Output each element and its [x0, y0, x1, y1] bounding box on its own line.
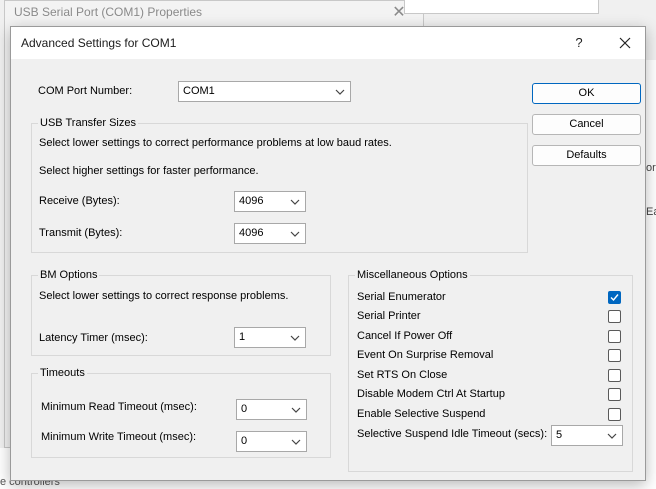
min-read-timeout-label: Minimum Read Timeout (msec):: [41, 401, 197, 413]
com-port-label: COM Port Number:: [38, 85, 133, 97]
misc-options-group: Miscellaneous Options Serial Enumerator …: [348, 269, 633, 472]
enable-selective-suspend-label: Enable Selective Suspend: [357, 408, 486, 420]
chevron-down-icon: [290, 335, 300, 341]
checkmark-icon: [610, 294, 619, 302]
defaults-button[interactable]: Defaults: [532, 145, 641, 166]
min-write-timeout-value: 0: [241, 435, 248, 447]
com-port-value: COM1: [183, 85, 215, 97]
selective-suspend-timeout-label: Selective Suspend Idle Timeout (secs):: [357, 428, 548, 440]
background-window-strip: [404, 0, 599, 14]
min-read-timeout-value: 0: [241, 403, 248, 415]
event-on-surprise-removal-label: Event On Surprise Removal: [357, 349, 494, 361]
dialog-titlebar: Advanced Settings for COM1 ?: [11, 27, 645, 59]
close-button[interactable]: [605, 29, 645, 57]
enable-selective-suspend-checkbox[interactable]: [608, 408, 621, 421]
group-title: Miscellaneous Options: [355, 269, 470, 282]
advanced-settings-dialog: Advanced Settings for COM1 ? COM Port Nu…: [10, 26, 646, 481]
selective-suspend-timeout-select[interactable]: 5: [551, 425, 623, 446]
parent-titlebar: USB Serial Port (COM1) Properties ✕: [5, 1, 423, 27]
serial-printer-checkbox[interactable]: [608, 310, 621, 323]
bm-desc: Select lower settings to correct respons…: [39, 290, 289, 302]
cancel-if-power-off-checkbox[interactable]: [608, 330, 621, 343]
bm-options-group: BM Options Select lower settings to corr…: [31, 269, 331, 356]
usb-desc-higher: Select higher settings for faster perfor…: [39, 165, 259, 177]
chevron-down-icon: [291, 407, 301, 413]
latency-label: Latency Timer (msec):: [39, 332, 148, 344]
dialog-title: Advanced Settings for COM1: [21, 36, 177, 50]
chevron-down-icon: [607, 433, 617, 439]
set-rts-on-close-label: Set RTS On Close: [357, 369, 448, 381]
help-icon: ?: [575, 35, 583, 50]
usb-desc-lower: Select lower settings to correct perform…: [39, 137, 392, 149]
set-rts-on-close-checkbox[interactable]: [608, 369, 621, 382]
latency-value: 1: [239, 331, 246, 343]
disable-modem-ctrl-checkbox[interactable]: [608, 388, 621, 401]
chevron-down-icon: [290, 231, 300, 237]
selective-suspend-timeout-value: 5: [556, 429, 563, 441]
disable-modem-ctrl-label: Disable Modem Ctrl At Startup: [357, 388, 505, 400]
background-text-fragment: or: [646, 162, 656, 174]
transmit-label: Transmit (Bytes):: [39, 227, 123, 239]
com-port-select[interactable]: COM1: [178, 81, 351, 102]
receive-label: Receive (Bytes):: [39, 195, 120, 207]
serial-printer-label: Serial Printer: [357, 310, 421, 322]
receive-select[interactable]: 4096: [234, 191, 306, 212]
group-title: BM Options: [38, 269, 100, 282]
min-write-timeout-select[interactable]: 0: [236, 431, 307, 452]
close-icon: [619, 37, 631, 49]
help-button[interactable]: ?: [559, 29, 599, 57]
min-write-timeout-label: Minimum Write Timeout (msec):: [41, 431, 197, 443]
cancel-button[interactable]: Cancel: [532, 114, 641, 135]
group-title: Timeouts: [38, 367, 87, 380]
min-read-timeout-select[interactable]: 0: [236, 399, 307, 420]
chevron-down-icon: [290, 199, 300, 205]
chevron-down-icon: [335, 89, 345, 95]
timeouts-group: Timeouts Minimum Read Timeout (msec): 0 …: [31, 367, 331, 458]
event-on-surprise-removal-checkbox[interactable]: [608, 349, 621, 362]
cancel-if-power-off-label: Cancel If Power Off: [357, 330, 453, 342]
background-text-fragment: Ea: [646, 206, 656, 218]
parent-window-title: USB Serial Port (COM1) Properties: [14, 5, 203, 19]
serial-enumerator-checkbox[interactable]: [608, 291, 621, 304]
chevron-down-icon: [291, 439, 301, 445]
transmit-select[interactable]: 4096: [234, 223, 306, 244]
ok-button[interactable]: OK: [532, 83, 641, 104]
group-title: USB Transfer Sizes: [38, 117, 138, 130]
latency-select[interactable]: 1: [234, 327, 306, 348]
transmit-value: 4096: [239, 227, 264, 239]
receive-value: 4096: [239, 195, 264, 207]
usb-transfer-sizes-group: USB Transfer Sizes Select lower settings…: [31, 117, 528, 253]
serial-enumerator-label: Serial Enumerator: [357, 291, 446, 303]
